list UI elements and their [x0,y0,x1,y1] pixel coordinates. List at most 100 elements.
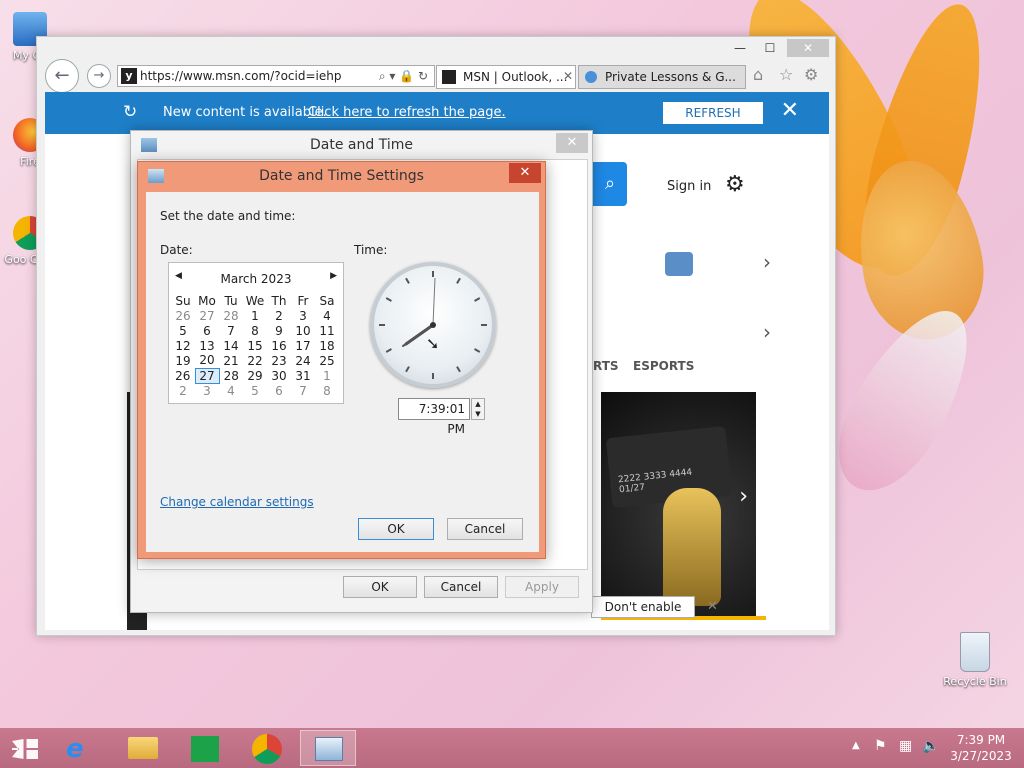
tab-private-lessons[interactable]: Private Lessons & G... [578,65,746,89]
change-calendar-settings-link[interactable]: Change calendar settings [160,495,314,509]
time-input[interactable]: 7:39:01 PM [398,398,470,436]
calendar-day[interactable]: 4 [315,308,339,323]
nav-item[interactable]: RTS [593,359,619,373]
action-center-flag-icon[interactable]: ⚑ [874,738,887,754]
apply-button[interactable]: Apply [505,576,579,598]
calendar-day[interactable]: 8 [243,323,267,338]
settings-gear-icon[interactable]: ⚙ [725,172,745,197]
calendar-day[interactable]: 5 [171,323,195,338]
calendar-day[interactable]: 27 [195,308,219,323]
calendar-day[interactable]: 24 [291,353,315,368]
close-icon[interactable]: ✕ [781,98,799,123]
dialog-close-button[interactable]: ✕ [509,163,541,183]
calendar-day[interactable]: 6 [195,323,219,338]
calendar-day[interactable]: 17 [291,338,315,353]
minimize-button[interactable]: — [725,39,755,57]
gear-icon[interactable]: ⚙ [804,65,818,84]
calendar-day[interactable]: 28 [219,308,243,323]
spin-down-icon[interactable]: ▼ [472,409,484,419]
home-icon[interactable]: ⌂ [753,65,763,84]
forward-button[interactable]: → [87,64,111,88]
calendar-day[interactable]: 10 [291,323,315,338]
calendar-day[interactable]: 3 [195,383,219,398]
taskbar-chrome[interactable] [238,730,294,766]
volume-muted-icon[interactable]: 🔈 [922,738,939,754]
calendar-day[interactable]: 20 [195,353,219,368]
calendar-week-row: 19 20 21 22 23 24 25 [171,353,339,368]
chevron-right-icon[interactable]: › [739,484,748,509]
article-image[interactable]: 2222 3333 4444 01/27 › [601,392,756,617]
calendar-day[interactable]: 2 [171,383,195,398]
dont-enable-button[interactable]: Don't enable [591,596,695,618]
ok-button[interactable]: OK [358,518,434,540]
desktop-icon-recycle-bin[interactable]: Recycle Bin [942,632,1008,688]
calendar-day[interactable]: 15 [243,338,267,353]
tab-msn[interactable]: MSN | Outlook, ... [436,65,576,89]
calendar-day[interactable]: 25 [315,353,339,368]
calendar-day[interactable]: 7 [291,383,315,398]
calendar-day[interactable]: 8 [315,383,339,398]
calendar-day[interactable]: 1 [243,308,267,323]
calendar-day[interactable]: 6 [267,383,291,398]
calendar-day[interactable]: 11 [315,323,339,338]
taskbar-date-time[interactable] [300,730,356,766]
calendar-day[interactable]: 2 [267,308,291,323]
calendar-day[interactable]: 16 [267,338,291,353]
calendar-day[interactable]: 7 [219,323,243,338]
calendar-day[interactable]: 5 [243,383,267,398]
window-close-button[interactable]: ✕ [787,39,829,57]
chevron-right-icon[interactable]: › [763,250,771,274]
gold-hand-figure [663,488,721,606]
calendar-day[interactable]: 13 [195,338,219,353]
address-bar[interactable]: y https://www.msn.com/?ocid=iehp ⌕ ▾ 🔒 ↻ [117,65,435,87]
calendar-day[interactable]: 1 [315,368,339,383]
sign-in-link[interactable]: Sign in [667,179,711,194]
calendar-day[interactable]: 31 [291,368,315,383]
clock-date: 3/27/2023 [950,749,1012,763]
calendar-day[interactable]: 19 [171,353,195,368]
calendar-day[interactable]: 4 [219,383,243,398]
ok-button[interactable]: OK [343,576,417,598]
time-spinner[interactable]: ▲ ▼ [471,398,485,420]
start-button[interactable] [0,730,48,766]
favorites-star-icon[interactable]: ☆ [779,65,793,84]
taskbar-store[interactable] [176,730,232,766]
calendar-day[interactable]: 14 [219,338,243,353]
cancel-button[interactable]: Cancel [424,576,498,598]
chevron-right-icon[interactable]: › [763,320,771,344]
calendar-day[interactable]: 29 [243,368,267,383]
cancel-button[interactable]: Cancel [447,518,523,540]
address-tools-icon[interactable]: ⌕ ▾ 🔒 ↻ [379,66,428,86]
calendar-week-row: 26 27 28 29 30 31 1 [171,367,339,384]
nav-item[interactable]: ESPORTS [633,359,694,373]
search-icon[interactable]: ⌕ [593,162,627,206]
calendar-day[interactable]: 21 [219,353,243,368]
refresh-button[interactable]: REFRESH [663,102,763,124]
dialog-close-button[interactable]: ✕ [556,133,588,153]
calendar-day[interactable]: 12 [171,338,195,353]
next-month-icon[interactable]: ▶ [330,271,337,281]
taskbar-internet-explorer[interactable]: e [52,730,108,766]
calendar-day[interactable]: 27 [194,367,220,384]
maximize-button[interactable]: ☐ [755,39,785,57]
calendar-day[interactable]: 22 [243,353,267,368]
close-icon[interactable]: ✕ [707,599,718,614]
month-title[interactable]: March 2023 [169,272,343,286]
calendar-day[interactable]: 30 [267,368,291,383]
back-button[interactable]: ← [45,59,79,93]
calendar-day[interactable]: 18 [315,338,339,353]
show-hidden-icons-icon[interactable]: ▲ [852,740,860,751]
clock[interactable]: 7:39 PM 3/27/2023 [948,732,1014,764]
tab-close-icon[interactable]: ✕ [563,69,573,83]
banner-refresh-link[interactable]: Click here to refresh the page. [308,105,506,120]
calendar-week-row: 12 13 14 15 16 17 18 [171,338,339,353]
calendar-day[interactable]: 9 [267,323,291,338]
calendar-day[interactable]: 26 [171,308,195,323]
calendar-day[interactable]: 28 [219,368,243,383]
taskbar-file-explorer[interactable] [114,730,170,766]
calendar-day[interactable]: 23 [267,353,291,368]
spin-up-icon[interactable]: ▲ [472,399,484,409]
network-icon[interactable]: ▦ [899,738,912,754]
calendar-day[interactable]: 3 [291,308,315,323]
calendar-day[interactable]: 26 [171,368,195,383]
